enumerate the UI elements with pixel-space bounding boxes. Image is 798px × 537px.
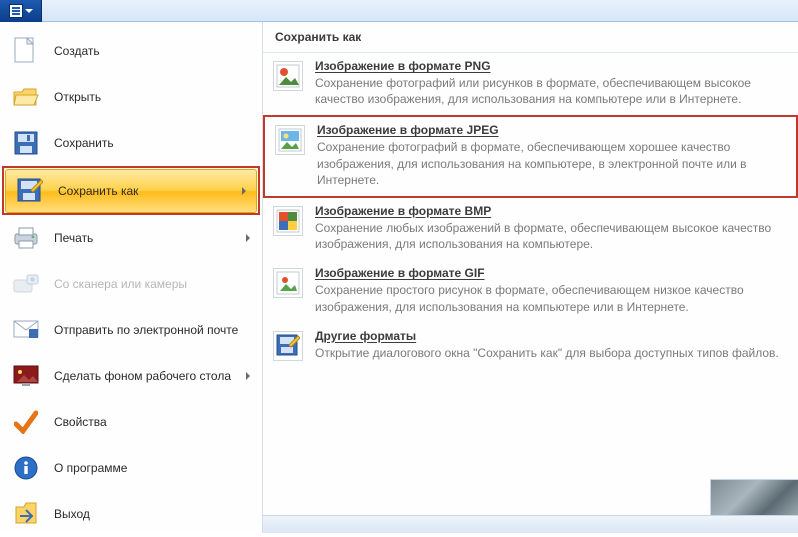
option-gif[interactable]: Изображение в формате GIF Сохранение про… [263,260,798,322]
sidebar-item-new[interactable]: Создать [0,28,262,74]
save-floppy-icon [12,129,40,157]
sidebar-label: Сохранить [54,136,114,150]
option-title: Изображение в формате PNG [315,59,785,73]
scanner-icon [12,270,40,298]
submenu-arrow-icon [246,234,250,242]
option-desc: Сохранение фотографий или рисунков в фор… [315,75,785,107]
option-desc: Сохранение любых изображений в формате, … [315,220,785,252]
gif-image-icon [273,268,303,298]
submenu-arrow-icon [242,187,246,195]
exit-icon [12,500,40,528]
bmp-image-icon [273,206,303,236]
sidebar-item-save-as[interactable]: Сохранить как [5,169,257,213]
sidebar-item-save-as-highlight: Сохранить как [2,166,260,215]
save-as-icon [16,177,44,205]
sidebar-label: Печать [54,231,93,245]
option-desc: Открытие диалогового окна "Сохранить как… [315,345,779,361]
desktop-background-icon [12,362,40,390]
submenu-arrow-icon [246,372,250,380]
sidebar-label: Открыть [54,90,101,104]
sidebar-item-scanner: Со сканера или камеры [0,261,262,307]
status-bar [263,515,798,533]
sidebar-item-print[interactable]: Печать [0,215,262,261]
save-dialog-icon [273,331,303,361]
sidebar-label: Сохранить как [58,184,138,198]
file-menu-sidebar: Создать Открыть Сохранить Сохранить как [0,22,263,533]
titlebar [0,0,798,22]
app-menu-button[interactable] [0,0,42,22]
sidebar-item-about[interactable]: О программе [0,445,262,491]
sidebar-item-save[interactable]: Сохранить [0,120,262,166]
sidebar-label: Сделать фоном рабочего стола [54,369,231,383]
sidebar-item-open[interactable]: Открыть [0,74,262,120]
jpeg-image-icon [275,125,305,155]
option-title: Другие форматы [315,329,779,343]
info-icon [12,454,40,482]
sidebar-label: Со сканера или камеры [54,277,187,291]
new-document-icon [12,37,40,65]
option-title: Изображение в формате GIF [315,266,785,280]
option-jpeg[interactable]: Изображение в формате JPEG Сохранение фо… [263,115,798,198]
sidebar-item-exit[interactable]: Выход [0,491,262,537]
properties-checkmark-icon [12,408,40,436]
save-as-panel: Сохранить как Изображение в формате PNG … [263,22,798,533]
png-image-icon [273,61,303,91]
option-other-formats[interactable]: Другие форматы Открытие диалогового окна… [263,323,798,369]
sidebar-item-desktop-bg[interactable]: Сделать фоном рабочего стола [0,353,262,399]
sidebar-label: Создать [54,44,100,58]
option-desc: Сохранение фотографий в формате, обеспеч… [317,139,786,188]
sidebar-item-send-email[interactable]: Отправить по электронной почте [0,307,262,353]
option-desc: Сохранение простого рисунок в формате, о… [315,282,785,314]
open-folder-icon [12,83,40,111]
sidebar-item-properties[interactable]: Свойства [0,399,262,445]
option-title: Изображение в формате JPEG [317,123,786,137]
panel-title: Сохранить как [263,22,798,53]
document-icon [9,4,23,18]
chevron-down-icon [25,9,33,13]
envelope-icon [12,316,40,344]
option-title: Изображение в формате BMP [315,204,785,218]
sidebar-label: Свойства [54,415,107,429]
sidebar-label: Отправить по электронной почте [54,323,238,337]
printer-icon [12,224,40,252]
option-png[interactable]: Изображение в формате PNG Сохранение фот… [263,53,798,115]
option-bmp[interactable]: Изображение в формате BMP Сохранение люб… [263,198,798,260]
sidebar-label: О программе [54,461,127,475]
canvas-preview-strip [710,479,798,515]
sidebar-label: Выход [54,507,90,521]
